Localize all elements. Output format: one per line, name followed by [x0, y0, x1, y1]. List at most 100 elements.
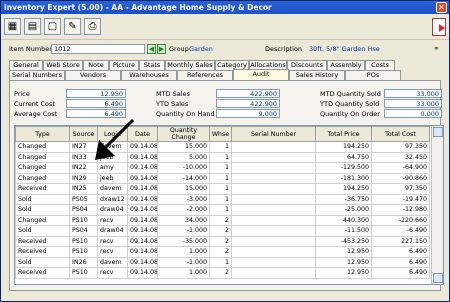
table-cell: 1 [209, 141, 232, 153]
table-cell [231, 235, 316, 247]
col-total-price[interactable]: Total Price [315, 126, 372, 142]
prev-icon[interactable]: ◀ [147, 44, 156, 54]
link-icon[interactable]: ⚭ [433, 44, 440, 53]
table-cell: Sold [15, 256, 70, 268]
vertical-scrollbar[interactable] [431, 126, 443, 284]
qoh-value: 9.000 [216, 109, 280, 118]
table-cell: -35.000 [157, 235, 210, 247]
qoo-value: 0.000 [384, 109, 442, 118]
col-total-cost[interactable]: Total Cost [371, 126, 430, 142]
average-cost-label: Average Cost [14, 110, 58, 118]
tab-picture[interactable]: Picture [109, 60, 139, 70]
document-icon[interactable]: ▢ [44, 18, 61, 35]
ytd-sales-value: 422.900 [216, 99, 280, 108]
table-cell: 09.14.08 [127, 214, 158, 226]
table-cell: 2 [209, 225, 232, 237]
table-cell [231, 172, 316, 184]
table-cell: Received [15, 267, 70, 279]
table-row[interactable]: Received IN25 davem 09.14.08 15.000 1 194.250 9… [15, 183, 430, 195]
tab-vendors[interactable]: Vendors [65, 70, 121, 80]
table-row[interactable]: Changed IN27 davem 09.14.08 15.000 1 194.250 97… [15, 141, 430, 153]
table-cell: 1 [209, 151, 232, 163]
audit-grid: Type Source Login Date Quantity Change W… [14, 125, 444, 285]
mtd-qty-label: MTD Quantity Sold [320, 90, 381, 98]
table-cell: -14.000 [157, 172, 210, 184]
table-cell: Received [15, 246, 70, 258]
qoh-label: Quantity On Hand [156, 110, 215, 118]
calendar-icon[interactable]: ▤ [24, 18, 41, 35]
table-cell: 09.14.08 [127, 204, 158, 216]
table-row[interactable]: Changed PS10 recv 09.14.08 34.000 2 440.300 -22… [15, 214, 430, 226]
tab-assembly[interactable]: Assembly [327, 60, 365, 70]
table-cell [231, 162, 316, 174]
window-title: Inventory Expert (5.00) - AA - Advantage… [4, 3, 272, 12]
tab-costs[interactable]: Costs [365, 60, 395, 70]
table-row[interactable]: Sold PS05 dxaw12 09.14.08 -3.000 1 -36.750 -19.… [15, 193, 430, 205]
table-cell: 2 [209, 246, 232, 258]
exit-icon[interactable] [432, 18, 446, 36]
table-cell: IN25 [69, 183, 98, 195]
tab-serial-numbers[interactable]: Serial Numbers [9, 70, 65, 80]
tab-pos[interactable]: POs [345, 70, 401, 80]
tab-discounts[interactable]: Discounts [287, 60, 327, 70]
tab-audit[interactable]: Audit [233, 69, 289, 80]
grid-header: Type Source Login Date Quantity Change W… [15, 126, 430, 142]
table-cell: 97.350 [371, 183, 430, 195]
table-cell: 1 [209, 256, 232, 268]
table-cell: -10.000 [157, 162, 210, 174]
table-cell: -19.470 [371, 193, 430, 205]
tab-note[interactable]: Note [83, 60, 109, 70]
item-number-field[interactable]: 1012 [51, 44, 145, 54]
table-cell: 227.150 [371, 235, 430, 247]
table-cell: Sold [15, 193, 70, 205]
col-type[interactable]: Type [15, 126, 70, 142]
table-cell: 2 [209, 267, 232, 279]
table-cell: dxaw12 [97, 193, 128, 205]
table-cell: 440.300 [315, 214, 372, 226]
table-row[interactable]: Changed IN29 jeeb 09.14.08 -14.000 1 -181.300-… [15, 172, 430, 184]
table-cell: davem [97, 183, 128, 195]
tab-references[interactable]: References [177, 70, 233, 80]
table-cell: Changed [15, 151, 70, 163]
table-row[interactable]: Received PS10 recv 09.14.08 -35.000 2 -453.250… [15, 235, 430, 247]
table-cell: PS10 [69, 267, 98, 279]
table-row[interactable]: ChangedIN33joeb09.14.085.000164.75032.45… [15, 151, 430, 163]
grid-icon[interactable]: ▦ [4, 18, 21, 35]
table-row[interactable]: Received PS10 recv 09.14.08 1.000 2 12.950 6.49… [15, 267, 430, 279]
table-cell: -11.500 [315, 225, 372, 237]
description-value: 30ft. 5/8" Garden Hse [309, 45, 380, 53]
table-cell: 6.490 [371, 267, 430, 279]
tab-web-store[interactable]: Web Store [43, 60, 83, 70]
tab-general[interactable]: General [9, 60, 43, 70]
col-whse[interactable]: Whse [209, 126, 232, 142]
scroll-up-icon[interactable] [433, 127, 443, 137]
table-cell: 12.950 [315, 246, 372, 258]
table-cell: 09.14.08 [127, 256, 158, 268]
table-row[interactable]: Sold PS04 draw04 09.14.08 -2.000 1 -25.000 -12.… [15, 204, 430, 216]
table-cell: draw04 [97, 225, 128, 237]
table-cell: 32.450 [371, 151, 430, 163]
scroll-down-icon[interactable] [433, 273, 443, 283]
table-cell: Changed [15, 214, 70, 226]
table-cell: 09.14.08 [127, 235, 158, 247]
table-row[interactable]: Changed IN22 amy 09.14.08 -10.000 1 -129.500 -6… [15, 162, 430, 174]
table-row[interactable]: Sold IN26 davem 09.14.08 -1.000 1 12.950 6.490 [15, 256, 430, 268]
table-row[interactable]: Sold PS04 draw04 09.14.08 -1.000 2 -11.500 -6.4… [15, 225, 430, 237]
tab-stats[interactable]: Stats [139, 60, 165, 70]
table-row[interactable]: Received PS10 recv 09.14.08 1.000 2 12.950 6.49… [15, 246, 430, 258]
col-serial-number[interactable]: Serial Number [231, 126, 316, 142]
qoo-label: Quantity On Order [320, 110, 380, 118]
table-cell: 194.250 [315, 183, 372, 195]
next-icon[interactable]: ▶ [157, 44, 166, 54]
table-cell [231, 267, 316, 279]
tab-warehouses[interactable]: Warehouses [121, 70, 177, 80]
table-cell: jeeb [97, 172, 128, 184]
edit-icon[interactable]: ✎ [64, 18, 81, 35]
tab-monthly-sales[interactable]: Monthly Sales [165, 60, 215, 70]
print-icon[interactable]: ⎙ [84, 18, 101, 35]
table-cell: 09.14.08 [127, 193, 158, 205]
tab-sales-history[interactable]: Sales History [289, 70, 345, 80]
col-quantity-change[interactable]: Quantity Change [157, 126, 210, 142]
ytd-qty-label: YTD Quantity Sold [320, 100, 380, 108]
close-icon[interactable]: ✕ [436, 2, 447, 13]
